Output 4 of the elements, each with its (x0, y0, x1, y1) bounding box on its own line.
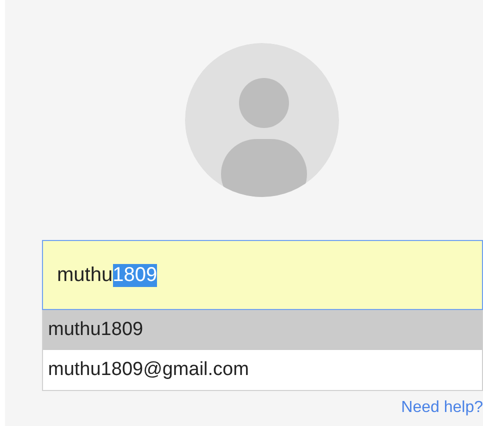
suggestion-item[interactable]: muthu1809 (43, 310, 482, 350)
avatar-icon (185, 43, 339, 197)
suggestion-item[interactable]: muthu1809@gmail.com (43, 350, 482, 390)
username-field[interactable]: muthu1809 (42, 240, 483, 310)
